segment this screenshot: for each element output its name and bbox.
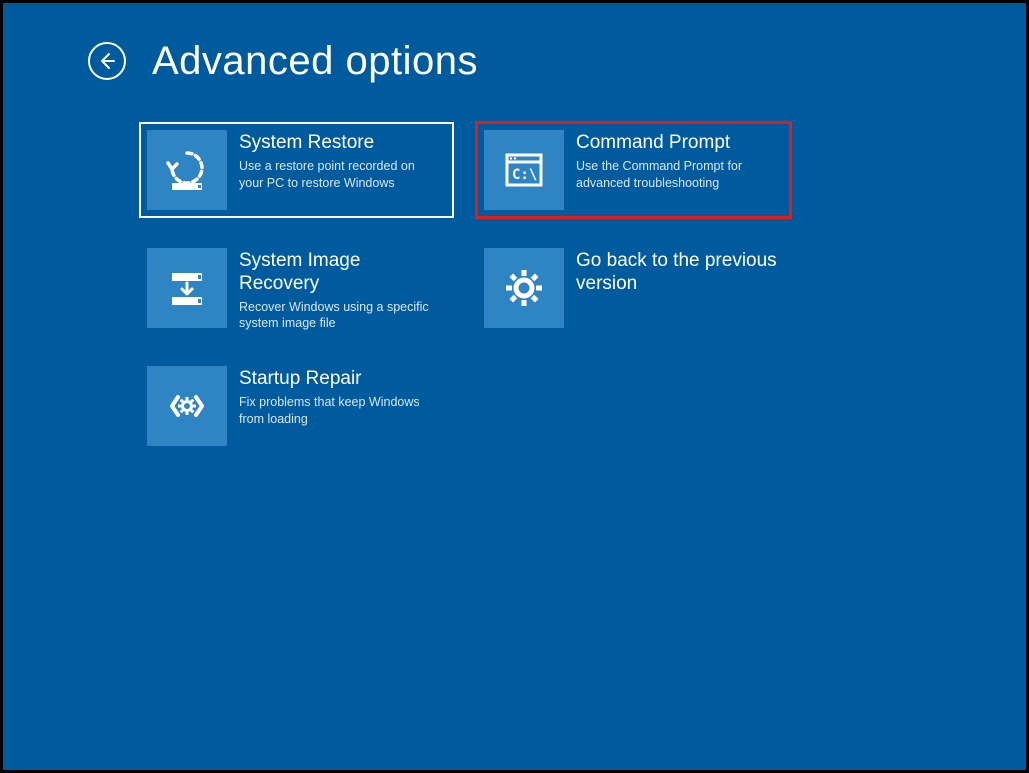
tile-go-back-previous-version[interactable]: Go back to the previous version bbox=[476, 240, 791, 336]
tile-desc: Use the Command Prompt for advanced trou… bbox=[576, 158, 779, 192]
startup-repair-icon bbox=[147, 366, 227, 446]
header: Advanced options bbox=[88, 41, 478, 81]
tile-text: System Restore Use a restore point recor… bbox=[239, 130, 446, 192]
system-image-recovery-icon bbox=[147, 248, 227, 328]
tile-system-image-recovery[interactable]: System Image Recovery Recover Windows us… bbox=[139, 240, 454, 336]
tile-text: Command Prompt Use the Command Prompt fo… bbox=[576, 130, 783, 192]
page-title: Advanced options bbox=[152, 41, 478, 81]
system-restore-icon bbox=[147, 130, 227, 210]
tile-text: Startup Repair Fix problems that keep Wi… bbox=[239, 366, 446, 428]
tile-text: Go back to the previous version bbox=[576, 248, 783, 299]
svg-text:C:\: C:\ bbox=[512, 167, 537, 183]
back-arrow-icon bbox=[97, 51, 117, 71]
tile-command-prompt[interactable]: C:\ Command Prompt Use the Command Promp… bbox=[476, 122, 791, 218]
tile-title: System Restore bbox=[239, 132, 442, 155]
tile-text: System Image Recovery Recover Windows us… bbox=[239, 248, 446, 332]
tile-title: System Image Recovery bbox=[239, 250, 442, 296]
tile-desc: Use a restore point recorded on your PC … bbox=[239, 158, 442, 192]
back-button[interactable] bbox=[88, 42, 126, 80]
tile-title: Startup Repair bbox=[239, 368, 442, 391]
tile-system-restore[interactable]: System Restore Use a restore point recor… bbox=[139, 122, 454, 218]
tile-startup-repair[interactable]: Startup Repair Fix problems that keep Wi… bbox=[139, 358, 454, 454]
recovery-screen: Advanced options System Restore Use a re… bbox=[3, 3, 1026, 770]
gear-icon bbox=[484, 248, 564, 328]
options-grid: System Restore Use a restore point recor… bbox=[139, 122, 791, 454]
command-prompt-icon: C:\ bbox=[484, 130, 564, 210]
tile-title: Command Prompt bbox=[576, 132, 779, 155]
tile-desc: Fix problems that keep Windows from load… bbox=[239, 394, 442, 428]
tile-title: Go back to the previous version bbox=[576, 250, 779, 296]
tile-desc: Recover Windows using a specific system … bbox=[239, 299, 442, 333]
